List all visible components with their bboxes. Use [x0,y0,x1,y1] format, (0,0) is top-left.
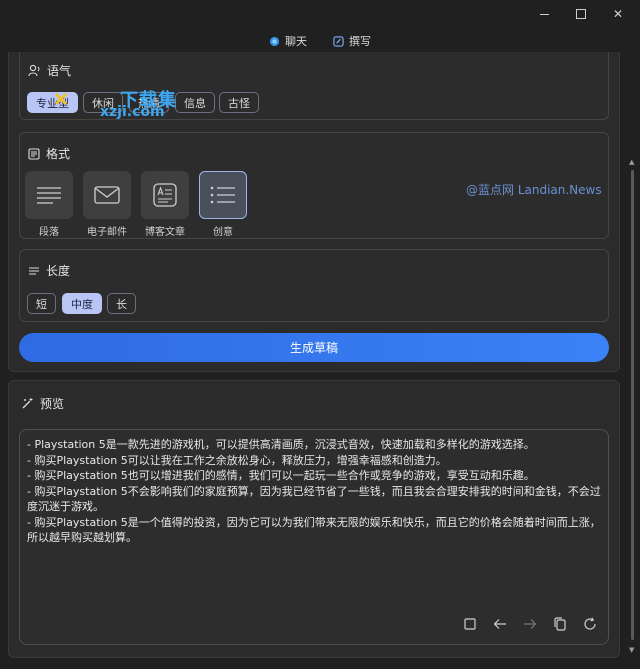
length-icon [29,266,39,275]
paragraph-icon [37,187,61,204]
watermark-landian: @蓝点网 Landian.News [466,183,602,197]
options-panel: 语气 专业型 休闲 热情 信息 古怪 格式 段落 电子邮件 博客文章 创意 长度… [8,52,620,372]
format-label-email: 电子邮件 [87,227,127,238]
compose-icon [333,35,344,47]
preview-toolbar [462,616,598,632]
format-label-ideas: 创意 [213,227,233,238]
format-option-email[interactable] [83,171,131,219]
format-label-paragraph: 段落 [39,227,59,238]
generate-draft-button[interactable]: 生成草稿 [19,333,609,362]
maximize-button[interactable] [567,4,595,24]
length-option-long[interactable]: 长 [107,293,136,314]
tone-title: 语气 [47,64,72,78]
preview-output[interactable]: - Playstation 5是一款先进的游戏机，可以提供高清画质，沉浸式音效，… [19,429,609,645]
tone-icon [28,64,40,77]
close-button[interactable]: ✕ [604,4,632,24]
format-icon [28,147,40,160]
copy-button[interactable] [552,616,568,632]
ideas-icon [210,186,235,204]
refresh-icon [584,617,596,630]
title-bar: ✕ [0,0,640,28]
preview-panel: 预览 - Playstation 5是一款先进的游戏机，可以提供高清画质，沉浸式… [8,380,620,658]
format-heading: 格式 [28,145,70,162]
blog-post-icon [153,183,177,207]
minimize-button[interactable] [530,4,558,24]
scroll-down-arrow[interactable]: ▼ [629,646,634,654]
length-card: 长度 短 中度 长 [19,249,609,322]
format-label-blog-post: 博客文章 [145,227,185,238]
format-option-ideas[interactable] [199,171,247,219]
tab-compose[interactable]: 撰写 [333,30,371,56]
tab-chat-label: 聊天 [285,35,307,48]
watermark-url: xzji.com [100,104,165,120]
tone-option-informational[interactable]: 信息 [175,92,215,113]
tone-option-professional[interactable]: 专业型 [27,92,78,113]
length-title: 长度 [46,264,71,278]
chat-icon [269,36,280,46]
tab-chat[interactable]: 聊天 [269,30,307,52]
tone-option-funny[interactable]: 古怪 [219,92,259,113]
format-title: 格式 [46,147,71,161]
length-heading: 长度 [28,262,70,279]
preview-title: 预览 [40,397,65,411]
next-draft-button[interactable] [522,616,538,632]
stop-button[interactable] [462,616,478,632]
copy-icon [554,617,566,631]
magic-wand-icon [22,398,33,409]
regenerate-button[interactable] [582,616,598,632]
watermark-logo-icon [54,92,68,106]
format-option-paragraph[interactable] [25,171,73,219]
length-option-short[interactable]: 短 [27,293,56,314]
stop-icon [464,618,476,630]
scrollbar-thumb[interactable] [631,170,634,640]
length-option-medium[interactable]: 中度 [62,293,102,314]
mode-tabs: 聊天 撰写 [0,30,640,56]
preview-text: - Playstation 5是一款先进的游戏机，可以提供高清画质，沉浸式音效，… [27,438,601,544]
previous-draft-button[interactable] [492,616,508,632]
arrow-left-icon [493,619,506,629]
email-icon [94,186,120,204]
scroll-up-arrow[interactable]: ▲ [629,158,634,166]
preview-heading: 预览 [21,395,64,412]
format-option-blog-post[interactable] [141,171,189,219]
tone-heading: 语气 [28,62,71,79]
arrow-right-icon [524,619,537,629]
tab-compose-label: 撰写 [349,35,371,48]
